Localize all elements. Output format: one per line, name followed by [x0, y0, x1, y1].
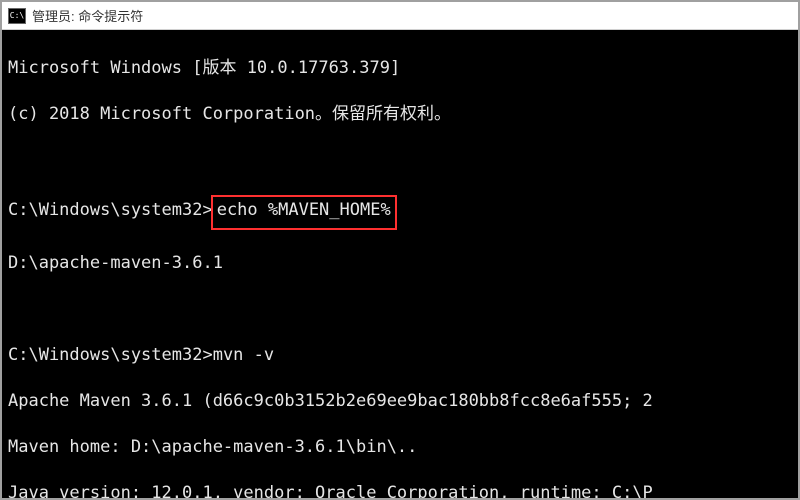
titlebar[interactable]: C:\ 管理员: 命令提示符 — [2, 2, 798, 30]
blank-line — [8, 149, 792, 172]
cmd-icon: C:\ — [8, 8, 26, 24]
prompt-line: C:\Windows\system32>mvn -v — [8, 344, 792, 367]
prompt-line: C:\Windows\system32>echo %MAVEN_HOME% — [8, 195, 792, 230]
highlighted-command: echo %MAVEN_HOME% — [211, 195, 397, 230]
prompt-path: C:\Windows\system32> — [8, 345, 213, 365]
output-line: Maven home: D:\apache-maven-3.6.1\bin\.. — [8, 436, 792, 459]
banner-line: (c) 2018 Microsoft Corporation。保留所有权利。 — [8, 103, 792, 126]
output-line: Java version: 12.0.1, vendor: Oracle Cor… — [8, 482, 792, 498]
output-line: Apache Maven 3.6.1 (d66c9c0b3152b2e69ee9… — [8, 390, 792, 413]
terminal-output[interactable]: Microsoft Windows [版本 10.0.17763.379] (c… — [2, 30, 798, 498]
blank-line — [8, 298, 792, 321]
command-text: mvn -v — [213, 345, 274, 365]
window-title: 管理员: 命令提示符 — [32, 6, 143, 25]
cmd-window: C:\ 管理员: 命令提示符 Microsoft Windows [版本 10.… — [0, 0, 800, 500]
banner-line: Microsoft Windows [版本 10.0.17763.379] — [8, 57, 792, 80]
output-line: D:\apache-maven-3.6.1 — [8, 252, 792, 275]
prompt-path: C:\Windows\system32> — [8, 200, 213, 220]
